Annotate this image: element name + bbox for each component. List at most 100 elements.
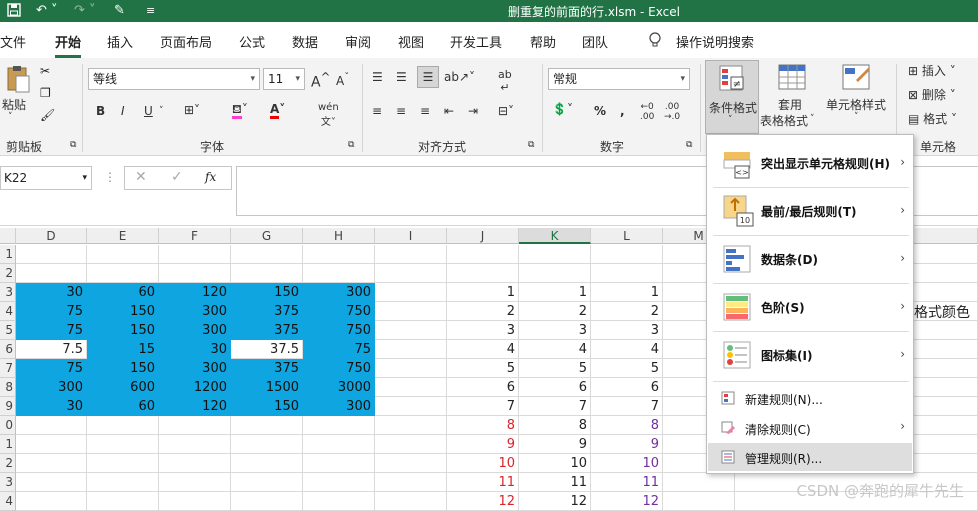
cell[interactable]: 8 — [519, 416, 591, 435]
cell[interactable]: 3 — [519, 321, 591, 340]
cell[interactable]: 75 — [16, 321, 87, 340]
cell[interactable]: 375 — [231, 321, 303, 340]
cell[interactable]: 11 — [591, 473, 663, 492]
insert-cells-button[interactable]: ⊞ 插入 ˅ — [908, 62, 956, 79]
cell-styles-label[interactable]: 单元格样式 — [826, 96, 886, 113]
phonetic-icon[interactable]: wén 文˅ — [318, 102, 339, 128]
cell[interactable] — [16, 264, 87, 283]
cell[interactable] — [375, 321, 447, 340]
cell[interactable] — [375, 245, 447, 264]
cell[interactable]: 10 — [519, 454, 591, 473]
menu-item-manage-rules[interactable]: 管理规则(R)... — [708, 443, 912, 471]
cell[interactable]: 4 — [519, 340, 591, 359]
format-painter-icon[interactable]: 🖌 — [40, 108, 55, 122]
cell[interactable]: 37.5 — [231, 340, 303, 359]
cell[interactable] — [375, 454, 447, 473]
cell[interactable] — [375, 283, 447, 302]
cell[interactable]: 12 — [591, 492, 663, 511]
cell[interactable]: 1500 — [231, 378, 303, 397]
cell[interactable] — [87, 416, 159, 435]
copy-icon[interactable]: ❐ — [40, 86, 51, 100]
row-header[interactable]: 4 — [0, 302, 16, 321]
name-box[interactable]: K22 ▾ — [0, 166, 92, 190]
cell[interactable]: 600 — [87, 378, 159, 397]
increase-decimal-icon[interactable]: ←0.00 — [640, 102, 654, 122]
cell[interactable]: 5 — [591, 359, 663, 378]
cell[interactable]: 3 — [591, 321, 663, 340]
format-as-table-label2[interactable]: 表格格式 — [760, 112, 808, 129]
col-header-k[interactable]: K — [519, 228, 591, 244]
col-header-h[interactable]: H — [303, 228, 375, 244]
cell[interactable] — [231, 264, 303, 283]
cell[interactable] — [375, 359, 447, 378]
cell[interactable] — [375, 264, 447, 283]
cell[interactable] — [303, 454, 375, 473]
cell[interactable] — [159, 416, 231, 435]
font-name-combo[interactable]: 等线 ▾ — [88, 68, 260, 90]
cell[interactable] — [519, 264, 591, 283]
cell[interactable] — [375, 302, 447, 321]
cell[interactable] — [159, 492, 231, 511]
cell[interactable]: 8 — [447, 416, 519, 435]
bold-button[interactable]: B — [96, 104, 105, 118]
cell[interactable]: 10 — [447, 454, 519, 473]
cell[interactable]: 375 — [231, 302, 303, 321]
cell-styles-icon[interactable] — [842, 64, 872, 95]
row-header[interactable]: 3 — [0, 473, 16, 492]
row-header[interactable]: 0 — [0, 416, 16, 435]
cell[interactable] — [16, 435, 87, 454]
col-header-j[interactable]: J — [447, 228, 519, 244]
col-header-i[interactable]: I — [375, 228, 447, 244]
tell-me-search[interactable]: 操作说明搜索 — [676, 32, 754, 51]
cancel-icon[interactable]: ✕ — [135, 169, 147, 185]
cell[interactable] — [303, 245, 375, 264]
cell[interactable] — [16, 416, 87, 435]
align-top-icon[interactable]: ☰ — [372, 70, 383, 84]
menu-item-clear-rules[interactable]: 清除规则(C) › — [707, 415, 913, 441]
cell[interactable] — [303, 416, 375, 435]
tab-page-layout[interactable]: 页面布局 — [160, 32, 212, 51]
row-header[interactable]: 1 — [0, 435, 16, 454]
cell[interactable] — [303, 492, 375, 511]
cell[interactable] — [447, 245, 519, 264]
font-size-combo[interactable]: 11 ▾ — [263, 68, 305, 90]
increase-indent-icon[interactable]: ⇥ — [468, 104, 478, 118]
cell[interactable]: 150 — [87, 359, 159, 378]
cell[interactable] — [87, 264, 159, 283]
cell[interactable]: 300 — [159, 321, 231, 340]
cell[interactable]: 300 — [159, 359, 231, 378]
col-header-l[interactable]: L — [591, 228, 663, 244]
cell[interactable]: 375 — [231, 359, 303, 378]
align-bottom-icon[interactable]: ☰ — [417, 66, 439, 88]
cell[interactable]: 300 — [303, 283, 375, 302]
tab-home[interactable]: 开始 — [55, 32, 82, 58]
cell[interactable]: 75 — [16, 302, 87, 321]
cell[interactable] — [375, 340, 447, 359]
percent-button[interactable]: % — [594, 104, 606, 118]
tab-review[interactable]: 审阅 — [345, 32, 371, 51]
cell[interactable]: 300 — [159, 302, 231, 321]
clipboard-launcher-icon[interactable]: ⧉ — [70, 140, 76, 150]
alignment-launcher-icon[interactable]: ⧉ — [528, 140, 534, 150]
cell[interactable] — [231, 245, 303, 264]
italic-button[interactable]: I — [121, 104, 125, 118]
align-center-icon[interactable]: ≡ — [396, 104, 406, 118]
decrease-decimal-icon[interactable]: .00 →.0 — [664, 102, 680, 122]
cell[interactable] — [231, 492, 303, 511]
cell[interactable]: 300 — [303, 397, 375, 416]
cell[interactable] — [231, 454, 303, 473]
cell[interactable] — [87, 492, 159, 511]
row-header[interactable]: 3 — [0, 283, 16, 302]
cell[interactable]: 75 — [303, 340, 375, 359]
cell[interactable]: 1200 — [159, 378, 231, 397]
cell[interactable]: 300 — [16, 378, 87, 397]
cell[interactable]: 7.5 — [16, 340, 87, 359]
cell[interactable]: 30 — [16, 397, 87, 416]
cell[interactable] — [591, 264, 663, 283]
row-header[interactable]: 4 — [0, 492, 16, 511]
cell[interactable] — [375, 473, 447, 492]
conditional-format-button[interactable]: ≠ 条件格式 ˅ — [705, 60, 759, 134]
cell[interactable]: 3 — [447, 321, 519, 340]
currency-icon[interactable]: 💲˅ — [552, 102, 573, 116]
cell[interactable]: 750 — [303, 302, 375, 321]
